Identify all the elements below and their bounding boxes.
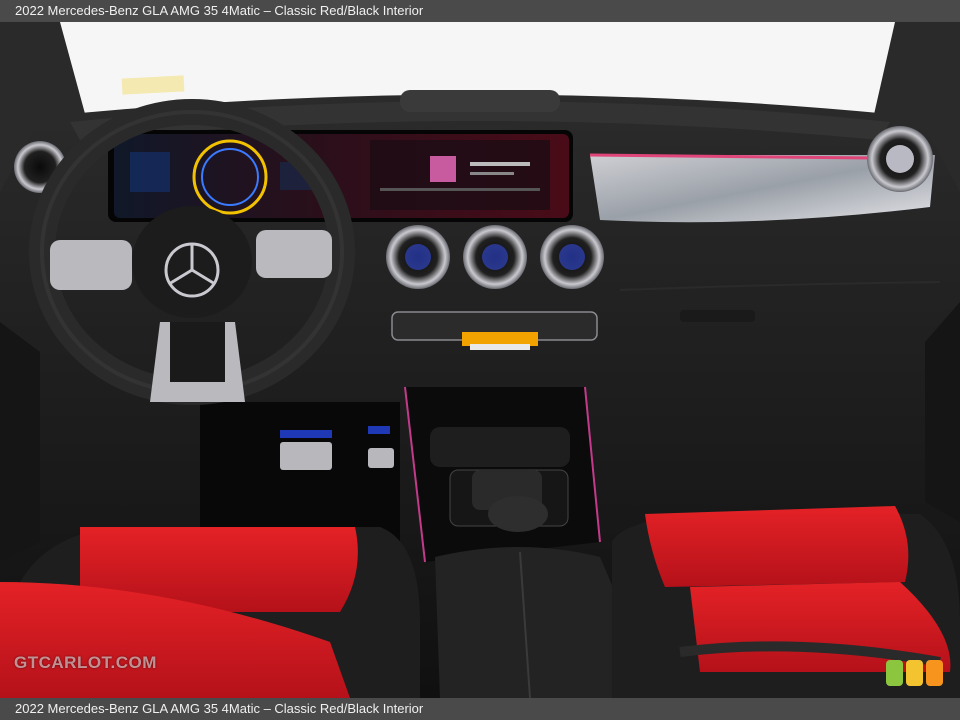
watermark: GTCARLOT.COM xyxy=(14,653,157,672)
logo-square-orange xyxy=(926,660,943,686)
car-interior-photo xyxy=(0,22,960,698)
caption-bottom: 2022 Mercedes-Benz GLA AMG 35 4Matic – C… xyxy=(0,698,960,720)
caption-top: 2022 Mercedes-Benz GLA AMG 35 4Matic – C… xyxy=(0,0,960,22)
logo-square-yellow xyxy=(906,660,923,686)
gtcarlot-squares-icon xyxy=(886,660,946,688)
logo-square-green xyxy=(886,660,903,686)
interior-illustration xyxy=(0,22,960,698)
